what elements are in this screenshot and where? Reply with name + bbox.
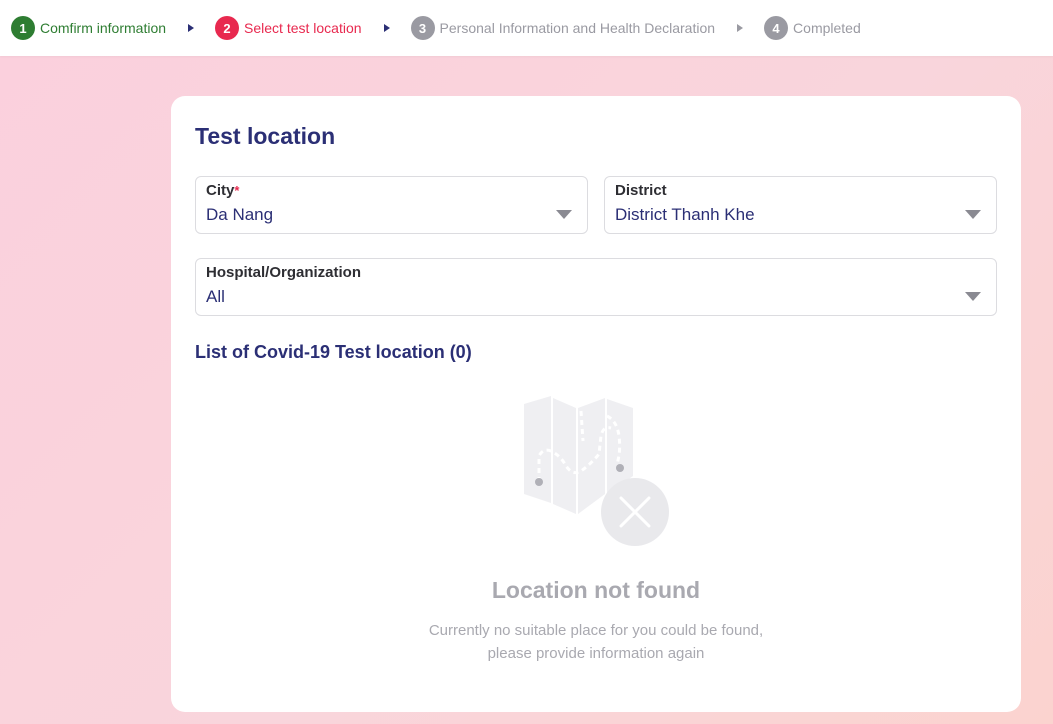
step-2-label: Select test location bbox=[244, 20, 362, 36]
city-select[interactable]: City* Da Nang bbox=[195, 176, 588, 234]
empty-state-line-2: please provide information again bbox=[487, 645, 705, 662]
step-3-badge: 3 bbox=[410, 16, 435, 40]
chevron-down-icon[interactable] bbox=[965, 292, 981, 301]
district-label: District bbox=[615, 182, 667, 199]
step-personal-information[interactable]: 3 Personal Information and Health Declar… bbox=[410, 16, 716, 40]
test-location-card: Test location City* Da Nang District Dis… bbox=[171, 96, 1021, 712]
step-completed[interactable]: 4 Completed bbox=[764, 16, 861, 40]
empty-state-line-1: Currently no suitable place for you coul… bbox=[428, 622, 764, 639]
page-title: Test location bbox=[195, 123, 336, 149]
map-not-found-icon bbox=[524, 396, 669, 546]
district-value: District Thanh Khe bbox=[615, 205, 755, 224]
empty-state-description: Currently no suitable place for you coul… bbox=[171, 619, 1021, 665]
step-confirm-information[interactable]: 1 Comfirm information bbox=[11, 16, 166, 40]
step-select-test-location[interactable]: 2 Select test location bbox=[215, 16, 362, 40]
step-1-label: Comfirm information bbox=[40, 20, 167, 36]
step-4-badge: 4 bbox=[764, 16, 789, 40]
step-3-label: Personal Information and Health Declarat… bbox=[439, 20, 716, 36]
hospital-label: Hospital/Organization bbox=[206, 264, 362, 281]
step-arrow-icon bbox=[188, 24, 195, 32]
location-list-title: List of Covid-19 Test location (0) bbox=[195, 342, 472, 362]
city-label: City* bbox=[206, 182, 240, 199]
chevron-down-icon[interactable] bbox=[965, 210, 981, 219]
district-select[interactable]: District District Thanh Khe bbox=[604, 176, 997, 234]
step-arrow-icon bbox=[737, 24, 744, 32]
stepper: 1 Comfirm information 2 Select test loca… bbox=[0, 0, 1053, 56]
step-2-badge: 2 bbox=[215, 16, 240, 40]
city-value: Da Nang bbox=[206, 205, 274, 224]
hospital-value: All bbox=[206, 287, 225, 306]
step-4-label: Completed bbox=[793, 20, 861, 36]
required-mark: * bbox=[234, 183, 240, 198]
hospital-select[interactable]: Hospital/Organization All bbox=[195, 258, 997, 316]
empty-state-title: Location not found bbox=[491, 577, 701, 603]
step-1-badge: 1 bbox=[11, 16, 35, 40]
chevron-down-icon[interactable] bbox=[556, 210, 572, 219]
step-arrow-icon bbox=[383, 24, 390, 32]
